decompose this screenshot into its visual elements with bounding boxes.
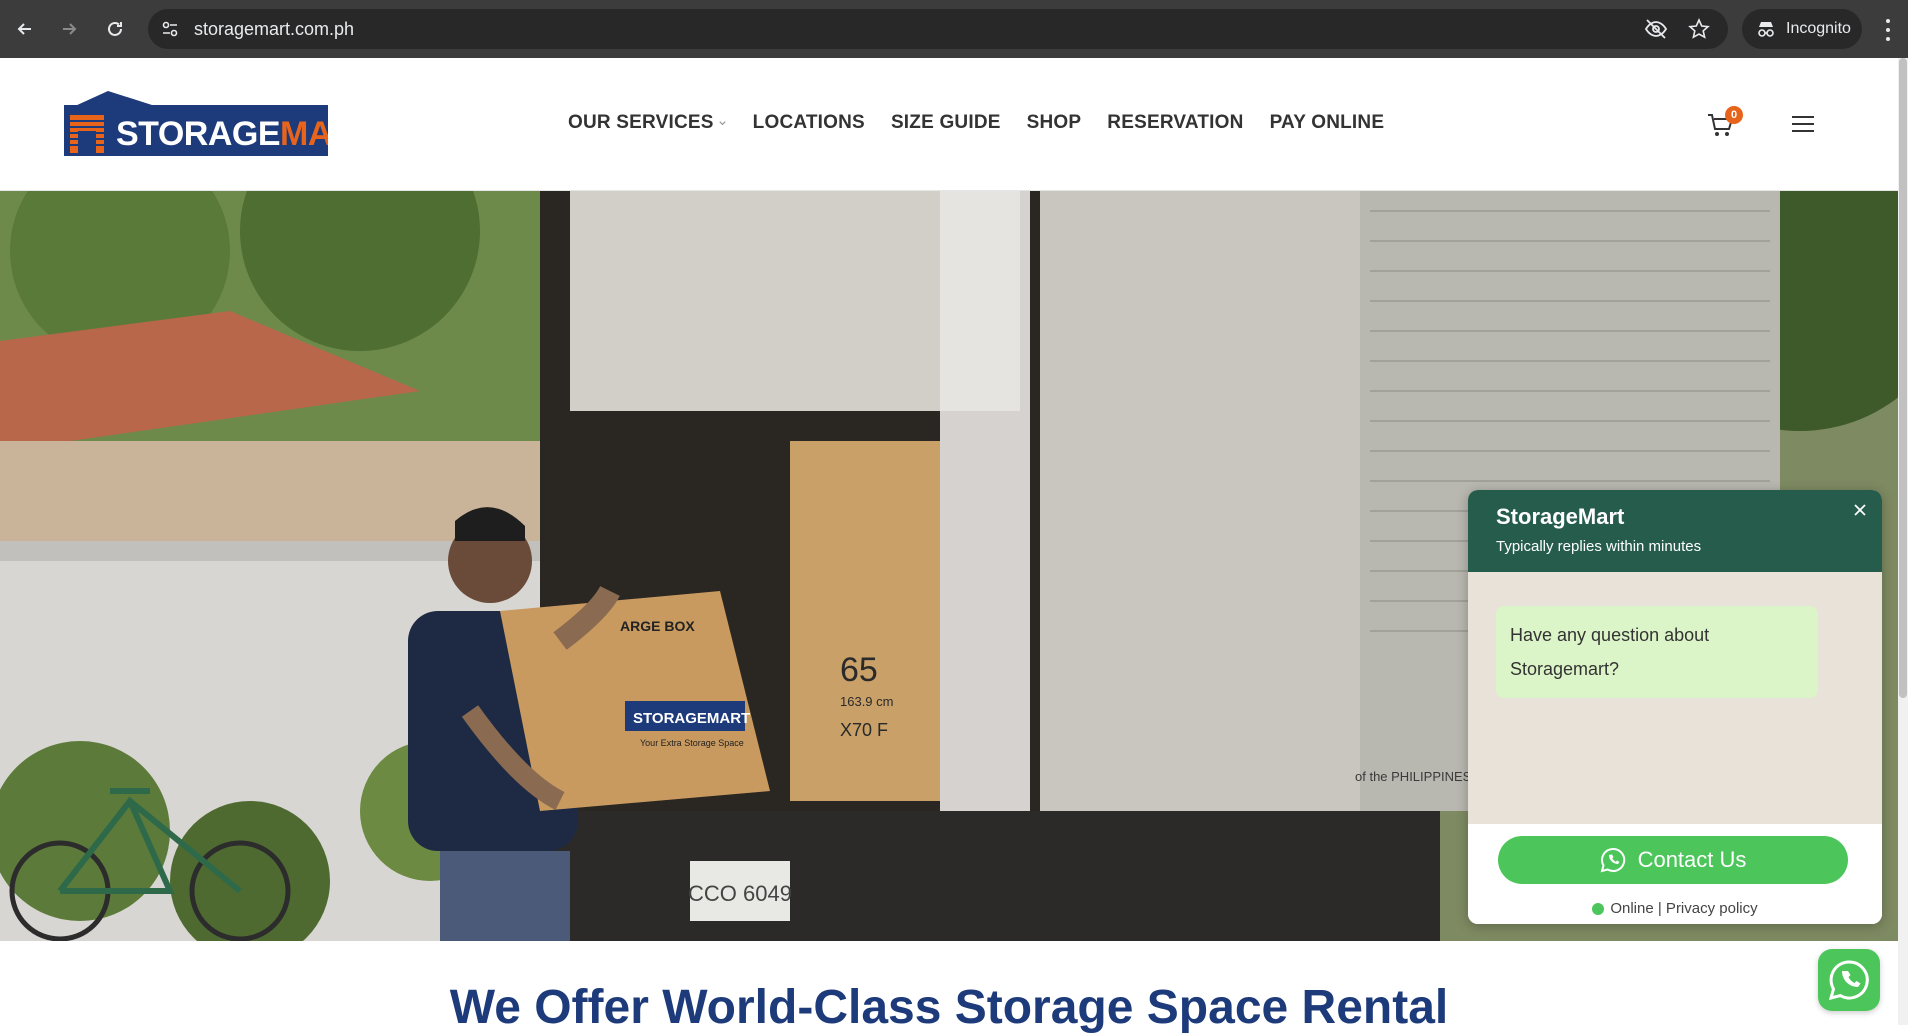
forward-button[interactable] — [50, 10, 88, 48]
nav-reservation[interactable]: RESERVATION — [1107, 112, 1243, 134]
main-navigation: OUR SERVICES LOCATIONS SIZE GUIDE SHOP R… — [568, 112, 1410, 134]
tv-box-cm-text: 163.9 cm — [840, 694, 893, 709]
nav-shop-label: SHOP — [1026, 112, 1082, 133]
truck-lettering: of the PHILIPPINES — [1355, 769, 1472, 784]
chat-status-text[interactable]: Online | Privacy policy — [1610, 900, 1757, 917]
whatsapp-icon — [1600, 847, 1625, 873]
chat-message-bubble: Have any question about Storagemart? — [1496, 606, 1818, 698]
nav-size-guide-label: SIZE GUIDE — [890, 112, 1001, 133]
reload-button[interactable] — [96, 10, 134, 48]
incognito-icon — [1758, 22, 1774, 37]
site-settings-icon[interactable] — [160, 19, 180, 39]
back-button[interactable] — [6, 10, 44, 48]
nav-our-services[interactable]: OUR SERVICES — [568, 112, 727, 134]
box-label-text: ARGE BOX — [620, 618, 695, 634]
whatsapp-chat-widget: StorageMart Typically replies within min… — [1468, 490, 1882, 924]
contact-us-label: Contact Us — [1637, 847, 1747, 872]
reload-icon — [108, 21, 122, 36]
chat-header: StorageMart Typically replies within min… — [1468, 490, 1882, 572]
chat-status: Online | Privacy policy — [1468, 900, 1882, 917]
forward-arrow-icon — [63, 23, 77, 35]
chevron-down-icon — [719, 120, 726, 125]
storagemart-logo[interactable]: STORAGEMART — [64, 91, 328, 156]
close-icon[interactable] — [1852, 502, 1868, 518]
whatsapp-icon — [1828, 960, 1869, 1001]
tv-box-model-text: X70 F — [840, 720, 888, 740]
tv-box-size-text: 65 — [840, 651, 878, 689]
cart-count-badge: 0 — [1725, 106, 1743, 124]
contact-us-button[interactable]: Contact Us — [1498, 836, 1848, 884]
box-brand-text: STORAGEMART — [633, 710, 750, 727]
site-header: STORAGEMART OUR SERVICES LOCATIONS SIZE … — [0, 58, 1898, 191]
incognito-label: Incognito — [1786, 20, 1851, 37]
svg-text:STORAGEMART: STORAGEMART — [116, 115, 328, 153]
eye-off-icon[interactable] — [1644, 18, 1668, 40]
url-text[interactable]: storagemart.com.ph — [194, 19, 354, 40]
browser-menu-icon[interactable] — [1880, 16, 1896, 44]
nav-our-services-label: OUR SERVICES — [568, 112, 714, 133]
hamburger-menu-icon[interactable] — [1792, 115, 1814, 133]
whatsapp-float-button[interactable] — [1818, 949, 1880, 1011]
scrollbar-thumb[interactable] — [1899, 58, 1907, 698]
nav-size-guide[interactable]: SIZE GUIDE — [891, 112, 1001, 134]
chat-title: StorageMart — [1496, 504, 1625, 529]
back-arrow-icon — [17, 23, 31, 35]
address-bar[interactable]: storagemart.com.ph — [148, 9, 1728, 49]
box-tagline-text: Your Extra Storage Space — [640, 738, 744, 748]
license-plate-text: CCO 6049 — [688, 881, 792, 906]
chat-body: Have any question about Storagemart? — [1468, 572, 1882, 824]
incognito-profile-button[interactable]: Incognito — [1742, 9, 1862, 49]
nav-reservation-label: RESERVATION — [1107, 112, 1244, 133]
nav-locations-label: LOCATIONS — [752, 112, 865, 133]
chat-subtitle: Typically replies within minutes — [1496, 538, 1702, 555]
nav-shop[interactable]: SHOP — [1027, 112, 1082, 134]
nav-pay-online-label: PAY ONLINE — [1269, 112, 1385, 133]
chat-footer: Contact Us Online | Privacy policy — [1468, 824, 1882, 924]
section-heading: We Offer World-Class Storage Space Renta… — [449, 981, 1449, 1034]
page-scrollbar[interactable] — [1898, 58, 1908, 1025]
online-status-icon — [1592, 902, 1605, 915]
nav-pay-online[interactable]: PAY ONLINE — [1270, 112, 1385, 134]
bookmark-star-icon[interactable] — [1688, 18, 1710, 40]
browser-toolbar: storagemart.com.ph Incognito — [0, 0, 1908, 58]
nav-locations[interactable]: LOCATIONS — [753, 112, 865, 134]
